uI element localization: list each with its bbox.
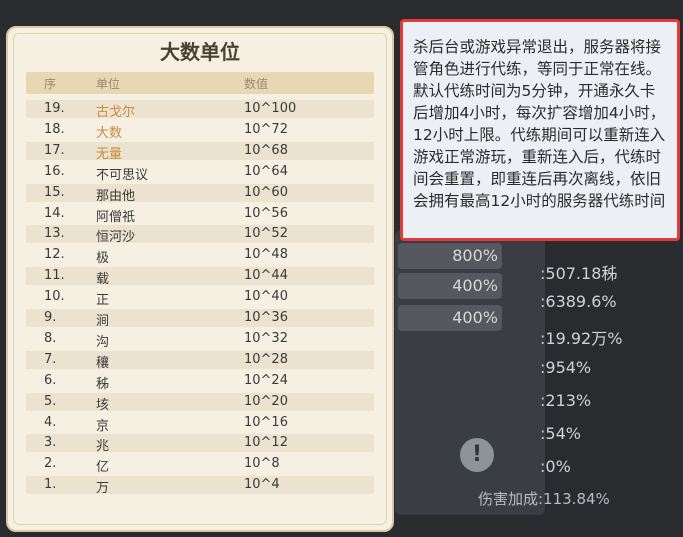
unit-value: 10^24 — [244, 372, 288, 388]
unit-value: 10^36 — [244, 310, 288, 325]
table-row: 12. 极 10^48 — [26, 246, 374, 267]
offline-training-tooltip: 杀后台或游戏异常退出，服务器将接管角色进行代练，等同于正常在线。默认代练时间为5… — [400, 19, 680, 241]
row-index: 5. — [44, 393, 57, 409]
stat-value: :19.92万% — [540, 329, 623, 348]
unit-name: 阿僧祇 — [96, 209, 136, 225]
unit-name: 垓 — [96, 397, 110, 413]
unit-value: 10^68 — [244, 142, 288, 158]
row-index: 11. — [44, 268, 65, 284]
table-row: 6. 秭 10^24 — [26, 372, 374, 392]
row-index: 10. — [44, 289, 65, 305]
table-row: 4. 京 10^16 — [26, 414, 374, 434]
stat-value: :954% — [540, 358, 592, 377]
table-row: 13. 恒河沙 10^52 — [26, 225, 374, 246]
unit-name: 不可思议 — [96, 167, 149, 183]
row-index: 7. — [44, 351, 57, 367]
row-index: 19. — [44, 101, 65, 116]
unit-value: 10^4 — [244, 477, 280, 493]
stat-value: :54% — [540, 424, 581, 443]
damage-bonus-stat: 伤害加成:113.84% — [478, 490, 610, 508]
table-row: 11. 载 10^44 — [26, 267, 374, 288]
stat-value: :507.18秭 — [540, 264, 618, 283]
row-index: 15. — [44, 184, 65, 200]
bonus-percent: 800% — [398, 243, 502, 269]
unit-name: 沟 — [96, 334, 110, 350]
unit-name: 无量 — [96, 146, 123, 162]
units-title: 大数单位 — [160, 40, 240, 64]
unit-value: 10^100 — [244, 101, 297, 116]
unit-value: 10^32 — [244, 330, 288, 346]
row-index: 4. — [44, 414, 57, 430]
table-row: 2. 亿 10^8 — [26, 455, 374, 476]
unit-name: 秭 — [96, 376, 110, 392]
tooltip-text: 杀后台或游戏异常退出，服务器将接管角色进行代练，等同于正常在线。默认代练时间为5… — [413, 38, 666, 210]
unit-name: 大数 — [96, 125, 123, 141]
big-number-units-panel: 大数单位 序 单位 数值 19. 古戈尔 10^100 18. 大数 10^72 17. 无量… — [6, 26, 394, 532]
row-index: 16. — [44, 163, 65, 179]
unit-value: 10^56 — [244, 205, 288, 221]
unit-value: 10^52 — [244, 226, 288, 242]
unit-value: 10^28 — [244, 351, 288, 367]
row-index: 17. — [44, 142, 65, 158]
row-index: 14. — [44, 205, 65, 221]
row-index: 13. — [44, 226, 65, 242]
table-row: 7. 穰 10^28 — [26, 350, 374, 371]
table-row: 5. 垓 10^20 — [26, 392, 374, 413]
row-index: 9. — [44, 310, 57, 325]
unit-name: 载 — [96, 272, 110, 288]
unit-name: 那由他 — [96, 188, 136, 204]
unit-name: 兆 — [96, 439, 110, 455]
unit-name: 万 — [96, 481, 110, 497]
unit-value: 10^72 — [244, 121, 288, 137]
unit-name: 京 — [96, 418, 110, 434]
unit-value: 10^48 — [244, 247, 288, 263]
unit-name: 极 — [96, 251, 110, 267]
table-row: 1. 万 10^4 — [26, 476, 374, 497]
table-row: 18. 大数 10^72 — [26, 121, 374, 141]
table-row: 10. 正 10^40 — [26, 288, 374, 309]
bonus-percent: 400% — [398, 305, 502, 331]
unit-value: 10^60 — [244, 184, 288, 200]
unit-value: 10^16 — [244, 414, 288, 430]
unit-value: 10^12 — [244, 435, 288, 451]
units-table-header: 序 单位 数值 — [26, 72, 374, 94]
bonus-percent: 400% — [398, 273, 502, 299]
unit-name: 恒河沙 — [96, 230, 136, 246]
stat-value: :0% — [540, 457, 571, 476]
unit-name: 古戈尔 — [96, 105, 136, 120]
row-index: 2. — [44, 456, 57, 472]
unit-name: 亿 — [96, 460, 110, 476]
exclamation-icon[interactable]: ! — [460, 438, 494, 472]
table-row: 19. 古戈尔 10^100 — [26, 100, 374, 120]
table-row: 16. 不可思议 10^64 — [26, 163, 374, 183]
unit-value: 10^64 — [244, 163, 288, 179]
unit-value: 10^20 — [244, 393, 288, 409]
row-index: 8. — [44, 330, 57, 346]
header-value: 数值 — [244, 77, 269, 91]
stat-value: :213% — [540, 391, 592, 410]
unit-name: 正 — [96, 293, 110, 309]
unit-value: 10^44 — [244, 268, 288, 284]
unit-name: 穰 — [96, 355, 110, 371]
row-index: 3. — [44, 435, 57, 451]
unit-value: 10^40 — [244, 289, 288, 305]
unit-name: 涧 — [96, 314, 110, 329]
row-index: 12. — [44, 247, 65, 263]
table-row: 8. 沟 10^32 — [26, 330, 374, 350]
table-row: 17. 无量 10^68 — [26, 141, 374, 162]
table-row: 3. 兆 10^12 — [26, 434, 374, 455]
header-idx: 序 — [44, 77, 57, 91]
row-index: 1. — [44, 477, 57, 493]
stat-value: :6389.6% — [540, 292, 617, 311]
table-row: 9. 涧 10^36 — [26, 309, 374, 329]
row-index: 6. — [44, 372, 57, 388]
table-row: 15. 那由他 10^60 — [26, 183, 374, 204]
table-row: 14. 阿僧祇 10^56 — [26, 205, 374, 225]
header-name: 单位 — [96, 77, 121, 91]
unit-value: 10^8 — [244, 456, 280, 472]
row-index: 18. — [44, 121, 65, 137]
